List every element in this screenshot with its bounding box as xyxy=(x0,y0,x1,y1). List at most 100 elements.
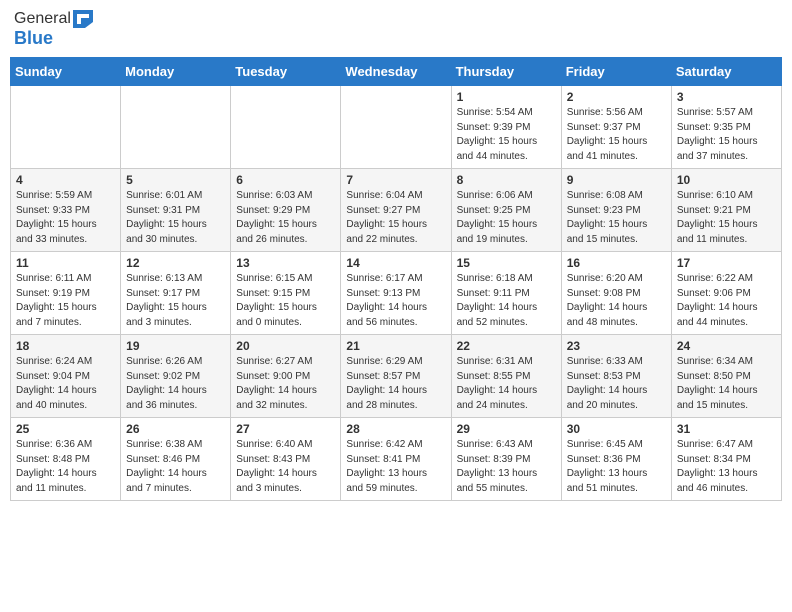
calendar-cell: 27Sunrise: 6:40 AM Sunset: 8:43 PM Dayli… xyxy=(231,418,341,501)
calendar-week-4: 18 Sunrise: 6:24 AM Sunset: 9:04 PM Dayli… xyxy=(11,335,782,418)
day-number: 23 xyxy=(567,339,666,353)
calendar-cell: 18 Sunrise: 6:24 AM Sunset: 9:04 PM Dayli… xyxy=(11,335,121,418)
day-number: 6 xyxy=(236,173,335,187)
calendar-cell: 8 Sunrise: 6:06 AM Sunset: 9:25 PM Daylig… xyxy=(451,169,561,252)
calendar-cell: 29 Sunrise: 6:43 AM Sunset: 8:39 PM Dayli… xyxy=(451,418,561,501)
day-number: 8 xyxy=(457,173,556,187)
logo-general-text: General xyxy=(14,10,71,28)
day-info: Sunrise: 6:31 AM Sunset: 8:55 PM Dayligh… xyxy=(457,355,556,413)
day-info: Sunrise: 6:10 AM Sunset: 9:21 PM Dayligh… xyxy=(677,189,776,247)
calendar-cell: 31 Sunrise: 6:47 AM Sunset: 8:34 PM Dayli… xyxy=(671,418,781,501)
day-info: Sunrise: 6:15 AM Sunset: 9:15 PM Dayligh… xyxy=(236,272,335,330)
day-number: 11 xyxy=(16,256,115,270)
day-info: Sunrise: 6:26 AM Sunset: 9:02 PM Dayligh… xyxy=(126,355,225,413)
day-number: 24 xyxy=(677,339,776,353)
day-number: 1 xyxy=(457,90,556,104)
column-header-saturday: Saturday xyxy=(671,58,781,86)
day-number: 20 xyxy=(236,339,335,353)
day-info: Sunrise: 6:47 AM Sunset: 8:34 PM Dayligh… xyxy=(677,438,776,496)
day-number: 22 xyxy=(457,339,556,353)
day-number: 13 xyxy=(236,256,335,270)
day-number: 10 xyxy=(677,173,776,187)
calendar-cell: 20Sunrise: 6:27 AM Sunset: 9:00 PM Dayli… xyxy=(231,335,341,418)
day-info: Sunrise: 6:20 AM Sunset: 9:08 PM Dayligh… xyxy=(567,272,666,330)
day-info: Sunrise: 6:04 AM Sunset: 9:27 PM Dayligh… xyxy=(346,189,445,247)
calendar-cell: 17 Sunrise: 6:22 AM Sunset: 9:06 PM Dayli… xyxy=(671,252,781,335)
column-header-friday: Friday xyxy=(561,58,671,86)
day-info: Sunrise: 6:33 AM Sunset: 8:53 PM Dayligh… xyxy=(567,355,666,413)
day-number: 18 xyxy=(16,339,115,353)
header-row: SundayMondayTuesdayWednesdayThursdayFrid… xyxy=(11,58,782,86)
day-info: Sunrise: 6:38 AM Sunset: 8:46 PM Dayligh… xyxy=(126,438,225,496)
calendar-cell: 21 Sunrise: 6:29 AM Sunset: 8:57 PM Dayli… xyxy=(341,335,451,418)
day-info: Sunrise: 5:56 AM Sunset: 9:37 PM Dayligh… xyxy=(567,106,666,164)
day-number: 19 xyxy=(126,339,225,353)
day-info: Sunrise: 6:24 AM Sunset: 9:04 PM Dayligh… xyxy=(16,355,115,413)
calendar-cell: 1 Sunrise: 5:54 AM Sunset: 9:39 PM Daylig… xyxy=(451,86,561,169)
calendar-cell: 30 Sunrise: 6:45 AM Sunset: 8:36 PM Dayli… xyxy=(561,418,671,501)
day-info: Sunrise: 6:29 AM Sunset: 8:57 PM Dayligh… xyxy=(346,355,445,413)
calendar-cell: 10 Sunrise: 6:10 AM Sunset: 9:21 PM Dayli… xyxy=(671,169,781,252)
calendar-week-3: 11 Sunrise: 6:11 AM Sunset: 9:19 PM Dayli… xyxy=(11,252,782,335)
day-number: 30 xyxy=(567,422,666,436)
day-number: 5 xyxy=(126,173,225,187)
day-number: 21 xyxy=(346,339,445,353)
day-number: 15 xyxy=(457,256,556,270)
calendar-cell xyxy=(341,86,451,169)
day-info: Sunrise: 6:03 AM Sunset: 9:29 PM Dayligh… xyxy=(236,189,335,247)
column-header-wednesday: Wednesday xyxy=(341,58,451,86)
day-info: Sunrise: 6:08 AM Sunset: 9:23 PM Dayligh… xyxy=(567,189,666,247)
column-header-sunday: Sunday xyxy=(11,58,121,86)
day-info: Sunrise: 6:13 AM Sunset: 9:17 PM Dayligh… xyxy=(126,272,225,330)
day-info: Sunrise: 6:18 AM Sunset: 9:11 PM Dayligh… xyxy=(457,272,556,330)
calendar-cell: 28Sunrise: 6:42 AM Sunset: 8:41 PM Dayli… xyxy=(341,418,451,501)
day-number: 31 xyxy=(677,422,776,436)
day-info: Sunrise: 5:54 AM Sunset: 9:39 PM Dayligh… xyxy=(457,106,556,164)
logo-blue-text: Blue xyxy=(14,28,53,49)
calendar-cell: 4 Sunrise: 5:59 AM Sunset: 9:33 PM Daylig… xyxy=(11,169,121,252)
day-info: Sunrise: 6:42 AM Sunset: 8:41 PM Dayligh… xyxy=(346,438,445,496)
calendar-week-2: 4 Sunrise: 5:59 AM Sunset: 9:33 PM Daylig… xyxy=(11,169,782,252)
calendar-cell: 6 Sunrise: 6:03 AM Sunset: 9:29 PM Daylig… xyxy=(231,169,341,252)
calendar-cell: 5 Sunrise: 6:01 AM Sunset: 9:31 PM Daylig… xyxy=(121,169,231,252)
calendar-cell: 16 Sunrise: 6:20 AM Sunset: 9:08 PM Dayli… xyxy=(561,252,671,335)
day-number: 14 xyxy=(346,256,445,270)
day-info: Sunrise: 6:01 AM Sunset: 9:31 PM Dayligh… xyxy=(126,189,225,247)
day-number: 16 xyxy=(567,256,666,270)
column-header-monday: Monday xyxy=(121,58,231,86)
day-info: Sunrise: 5:59 AM Sunset: 9:33 PM Dayligh… xyxy=(16,189,115,247)
calendar-table: SundayMondayTuesdayWednesdayThursdayFrid… xyxy=(10,57,782,501)
day-number: 12 xyxy=(126,256,225,270)
day-number: 9 xyxy=(567,173,666,187)
calendar-cell: 14 Sunrise: 6:17 AM Sunset: 9:13 PM Dayli… xyxy=(341,252,451,335)
day-number: 29 xyxy=(457,422,556,436)
day-info: Sunrise: 6:06 AM Sunset: 9:25 PM Dayligh… xyxy=(457,189,556,247)
day-info: Sunrise: 6:17 AM Sunset: 9:13 PM Dayligh… xyxy=(346,272,445,330)
calendar-cell xyxy=(121,86,231,169)
day-info: Sunrise: 6:34 AM Sunset: 8:50 PM Dayligh… xyxy=(677,355,776,413)
day-number: 17 xyxy=(677,256,776,270)
day-info: Sunrise: 6:43 AM Sunset: 8:39 PM Dayligh… xyxy=(457,438,556,496)
day-number: 4 xyxy=(16,173,115,187)
calendar-cell: 25Sunrise: 6:36 AM Sunset: 8:48 PM Dayli… xyxy=(11,418,121,501)
calendar-week-1: 1 Sunrise: 5:54 AM Sunset: 9:39 PM Daylig… xyxy=(11,86,782,169)
calendar-cell: 15 Sunrise: 6:18 AM Sunset: 9:11 PM Dayli… xyxy=(451,252,561,335)
day-info: Sunrise: 6:45 AM Sunset: 8:36 PM Dayligh… xyxy=(567,438,666,496)
calendar-cell: 3Sunrise: 5:57 AM Sunset: 9:35 PM Daylig… xyxy=(671,86,781,169)
calendar-cell: 24 Sunrise: 6:34 AM Sunset: 8:50 PM Dayli… xyxy=(671,335,781,418)
column-header-tuesday: Tuesday xyxy=(231,58,341,86)
column-header-thursday: Thursday xyxy=(451,58,561,86)
logo: General Blue xyxy=(14,10,93,49)
day-info: Sunrise: 6:22 AM Sunset: 9:06 PM Dayligh… xyxy=(677,272,776,330)
day-info: Sunrise: 6:11 AM Sunset: 9:19 PM Dayligh… xyxy=(16,272,115,330)
calendar-cell: 26Sunrise: 6:38 AM Sunset: 8:46 PM Dayli… xyxy=(121,418,231,501)
day-number: 3 xyxy=(677,90,776,104)
calendar-cell: 22 Sunrise: 6:31 AM Sunset: 8:55 PM Dayli… xyxy=(451,335,561,418)
calendar-cell: 2 Sunrise: 5:56 AM Sunset: 9:37 PM Daylig… xyxy=(561,86,671,169)
calendar-cell: 19 Sunrise: 6:26 AM Sunset: 9:02 PM Dayli… xyxy=(121,335,231,418)
logo-icon xyxy=(71,10,93,28)
day-number: 27 xyxy=(236,422,335,436)
calendar-cell xyxy=(231,86,341,169)
day-number: 7 xyxy=(346,173,445,187)
day-number: 2 xyxy=(567,90,666,104)
